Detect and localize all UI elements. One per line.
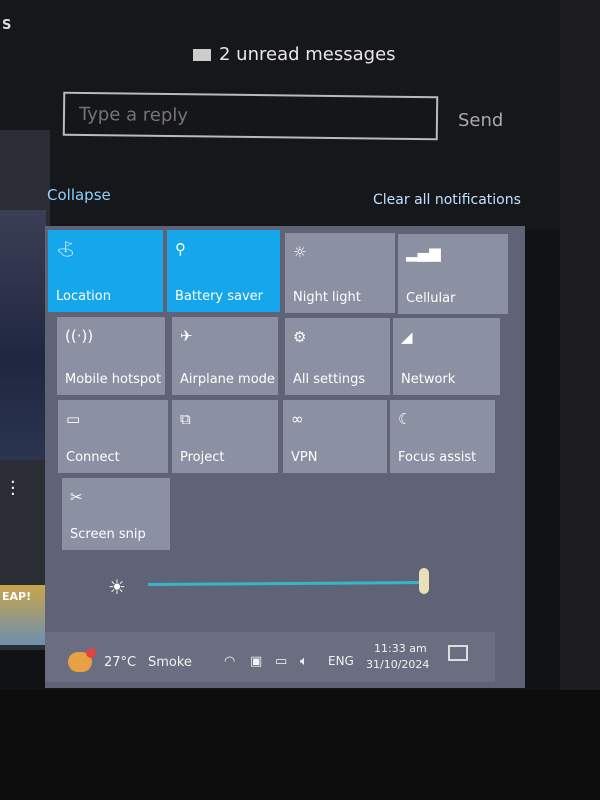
tile-label: VPN — [291, 450, 318, 465]
location-icon: ⛳︎ — [56, 240, 76, 258]
weather-condition[interactable]: Smoke — [148, 655, 192, 670]
volume-icon[interactable]: 🔈︎ — [300, 654, 308, 669]
notification-title-text: 2 unread messages — [219, 44, 396, 65]
screen-bezel — [560, 0, 600, 800]
tile-label: Airplane mode — [180, 372, 275, 387]
collapse-button[interactable]: Collapse — [47, 186, 111, 204]
tile-vpn[interactable]: ∞ VPN — [283, 400, 387, 473]
tile-network[interactable]: ◢ Network — [393, 318, 500, 395]
battery-saver-icon: ⚲ — [175, 240, 186, 258]
background-image — [0, 210, 46, 460]
tile-all-settings[interactable]: ⚙︎ All settings — [285, 318, 390, 395]
language-indicator[interactable]: ENG — [328, 654, 354, 668]
send-button[interactable]: Send — [458, 110, 503, 131]
tile-label: Night light — [293, 290, 361, 305]
tile-label: Focus assist — [398, 450, 477, 465]
project-icon: ⧉ — [180, 410, 191, 428]
screen-snip-icon: ✂︎ — [70, 488, 83, 506]
weather-temp[interactable]: 27°C — [104, 655, 136, 670]
laptop-body — [0, 690, 600, 800]
tile-label: Battery saver — [175, 289, 264, 304]
vertical-dots-icon[interactable]: · · · — [10, 474, 16, 504]
tile-label: Connect — [66, 450, 120, 465]
tile-label: Cellular — [406, 291, 456, 306]
wifi-icon[interactable]: ◠ — [224, 654, 235, 669]
tile-label: Location — [56, 289, 111, 304]
moon-icon: ☾ — [398, 410, 412, 428]
tile-screen-snip[interactable]: ✂︎ Screen snip — [62, 478, 170, 550]
battery-icon[interactable]: ▭ — [275, 654, 287, 669]
clock-time[interactable]: 11:33 am — [374, 642, 427, 655]
background-window: · · · EAP! — [0, 130, 50, 650]
airplane-icon: ✈︎ — [180, 327, 193, 345]
night-light-icon: ☼ — [293, 243, 307, 261]
tile-connect[interactable]: ▭ Connect — [58, 400, 168, 473]
background-window-text: S — [2, 18, 12, 33]
brightness-slider-thumb[interactable] — [419, 568, 429, 594]
brightness-icon: ☀ — [108, 575, 126, 599]
clear-all-notifications-button[interactable]: Clear all notifications — [373, 192, 521, 208]
tile-project[interactable]: ⧉ Project — [172, 400, 278, 473]
tile-airplane-mode[interactable]: ✈︎ Airplane mode — [172, 317, 278, 395]
network-icon: ◢ — [401, 328, 413, 346]
mail-icon — [193, 48, 211, 61]
tile-mobile-hotspot[interactable]: ((·)) Mobile hotspot — [57, 317, 165, 395]
action-center-icon[interactable] — [448, 645, 468, 661]
clock-date[interactable]: 31/10/2024 — [366, 658, 429, 671]
tile-label: Network — [401, 372, 456, 387]
connect-icon: ▭ — [66, 410, 81, 428]
reply-input[interactable] — [62, 91, 439, 141]
notification-title[interactable]: 2 unread messages — [193, 44, 396, 65]
meet-now-icon[interactable]: ▣ — [250, 654, 262, 669]
tile-cellular[interactable]: ▂▄▆ Cellular — [398, 234, 508, 314]
tile-night-light[interactable]: ☼ Night light — [285, 233, 395, 313]
tile-label: All settings — [293, 372, 366, 387]
tile-location[interactable]: ⛳︎ Location — [48, 230, 163, 312]
vpn-icon: ∞ — [291, 410, 304, 428]
weather-alert-badge — [86, 648, 96, 658]
tile-focus-assist[interactable]: ☾ Focus assist — [390, 400, 495, 473]
tile-label: Screen snip — [70, 527, 146, 542]
tile-battery-saver[interactable]: ⚲ Battery saver — [167, 230, 280, 312]
gear-icon: ⚙︎ — [293, 328, 307, 346]
hotspot-icon: ((·)) — [65, 327, 94, 345]
tile-label: Project — [180, 450, 225, 465]
thumbnail-text: EAP! — [2, 590, 32, 603]
cellular-icon: ▂▄▆ — [406, 244, 441, 262]
tile-label: Mobile hotspot — [65, 372, 162, 387]
